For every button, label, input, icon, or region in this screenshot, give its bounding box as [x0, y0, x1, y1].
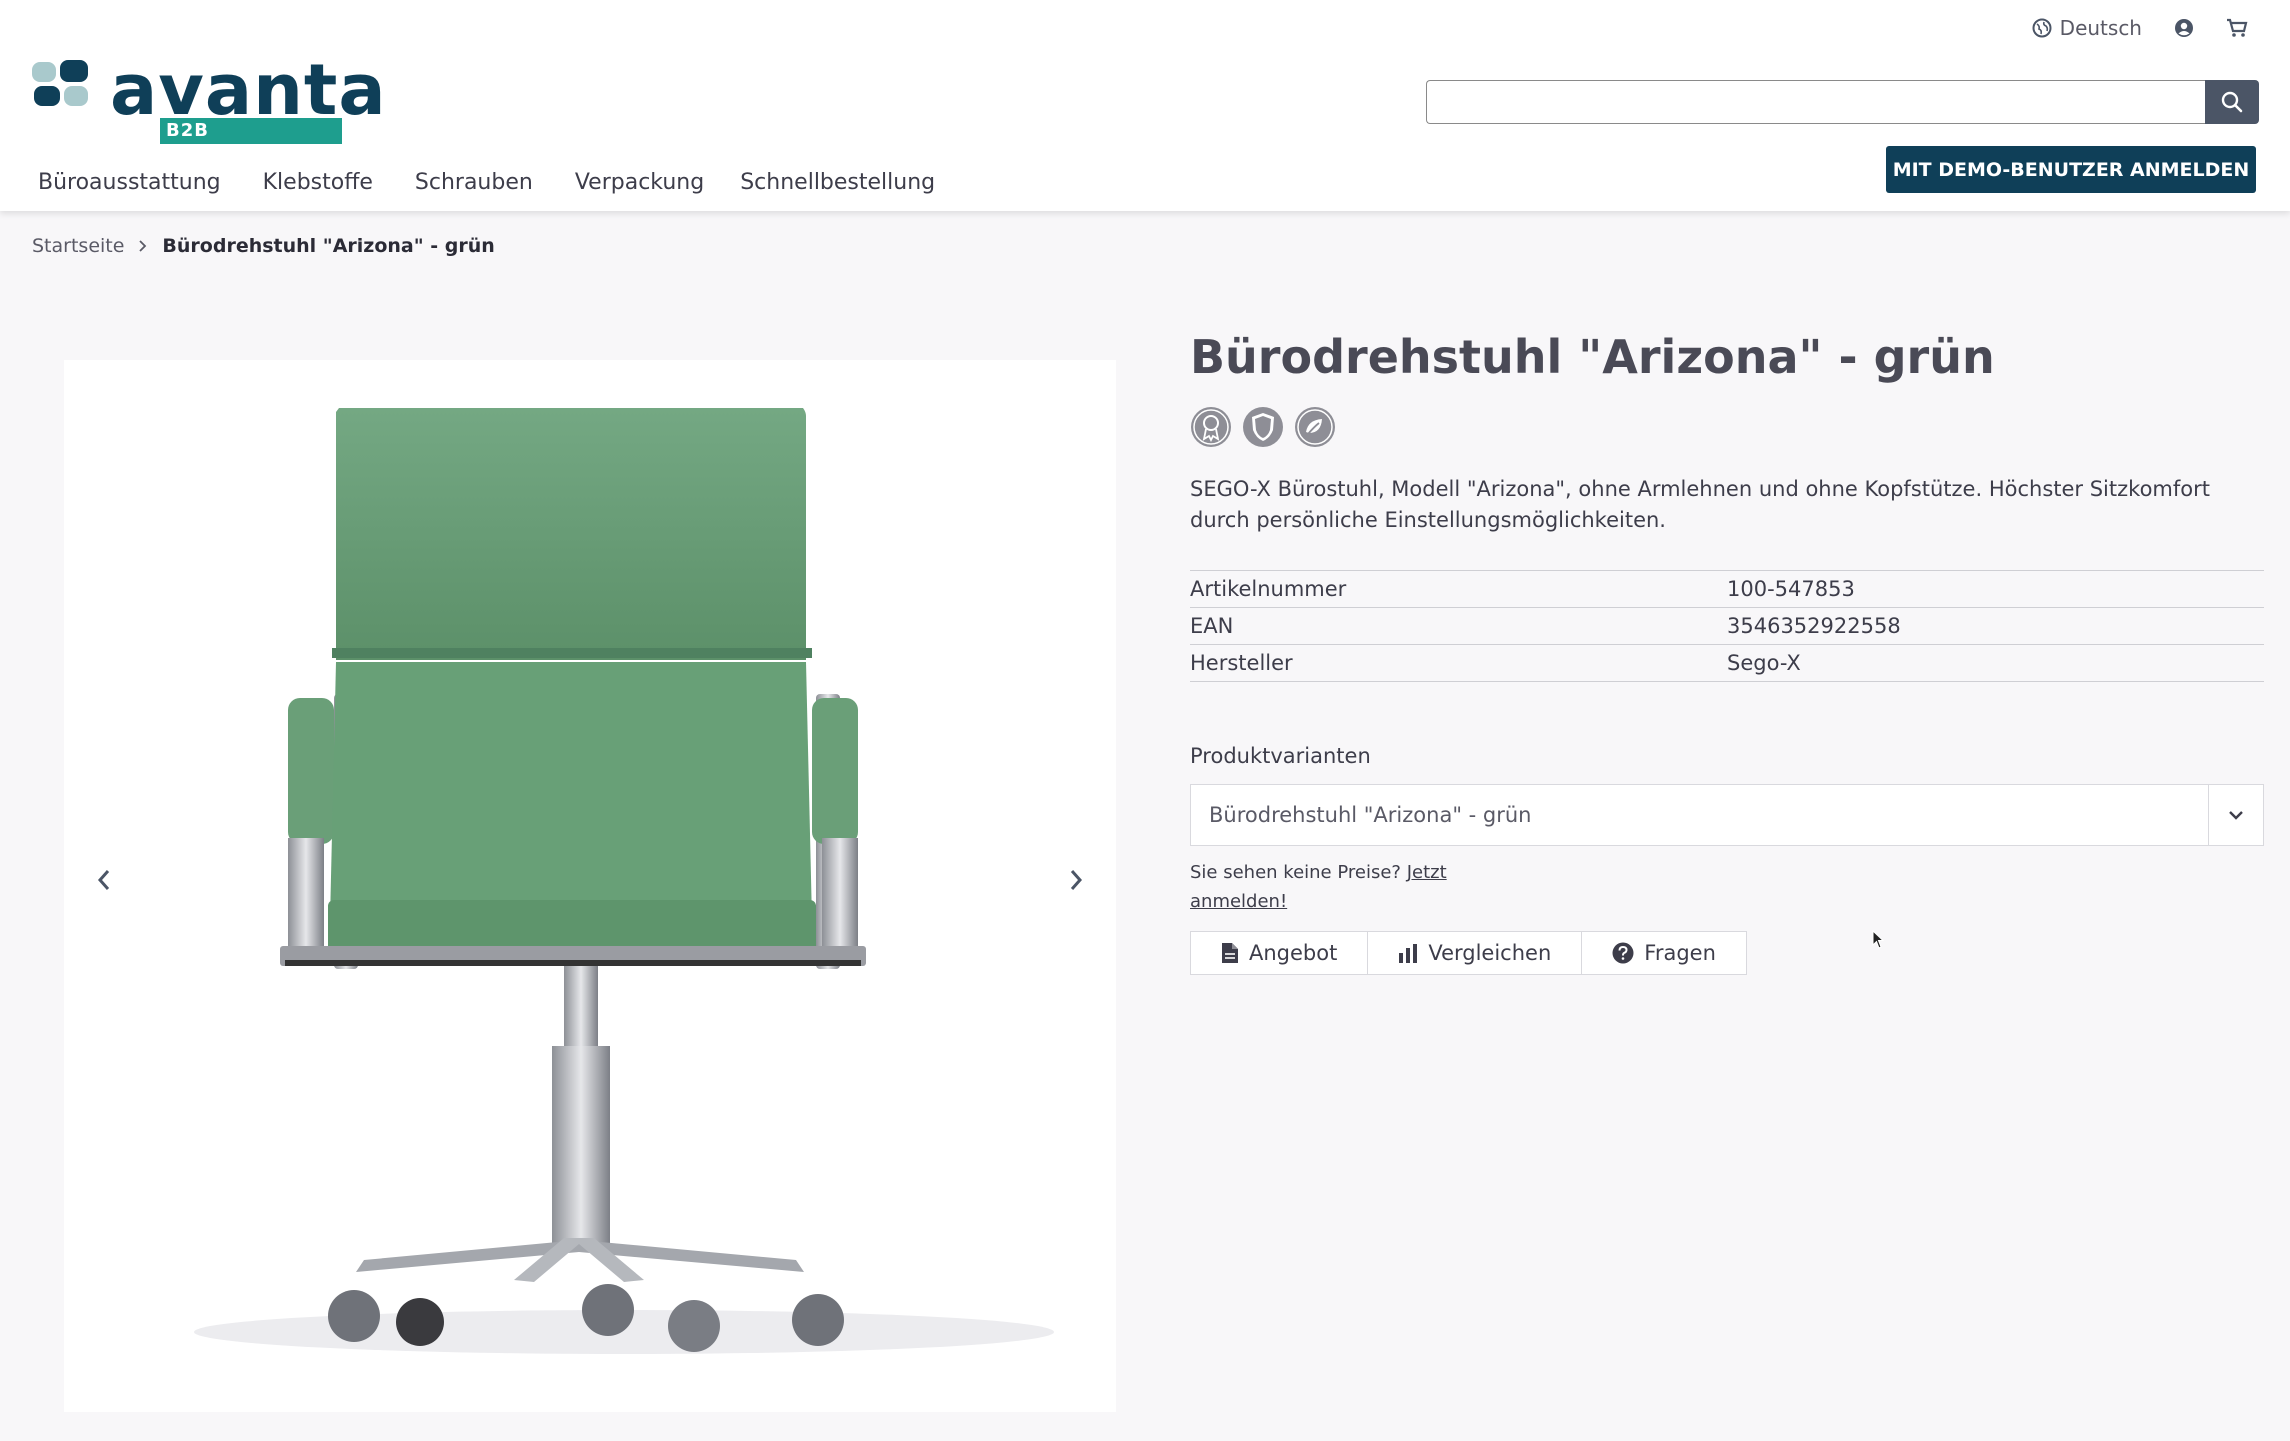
gallery-prev-button[interactable]: [84, 860, 124, 900]
chevron-down-icon: [2229, 811, 2243, 820]
search-icon: [2221, 91, 2243, 113]
property-row: Artikelnummer 100-547853: [1190, 571, 2264, 608]
gallery-next-button[interactable]: [1056, 860, 1096, 900]
account-button[interactable]: [2174, 18, 2194, 38]
variant-select[interactable]: Bürodrehstuhl "Arizona" - grün: [1190, 784, 2264, 846]
ask-button[interactable]: Fragen: [1582, 932, 1746, 974]
shield-icon: [1243, 407, 1283, 447]
variants-label: Produktvarianten: [1190, 744, 1371, 768]
property-label: Hersteller: [1190, 651, 1293, 675]
logo-mark-icon: [32, 60, 88, 106]
property-label: Artikelnummer: [1190, 577, 1347, 601]
property-row: EAN 3546352922558: [1190, 608, 2264, 645]
question-icon: [1612, 942, 1634, 964]
breadcrumb-home[interactable]: Startseite: [32, 235, 124, 257]
nav-item-bueroausstattung[interactable]: Büroausstattung: [38, 170, 221, 195]
nav-item-schrauben[interactable]: Schrauben: [415, 170, 533, 195]
main-navigation: Büroausstattung Klebstoffe Schrauben Ver…: [38, 170, 977, 195]
variant-selected-value: Bürodrehstuhl "Arizona" - grün: [1209, 803, 1532, 827]
search-input[interactable]: [1426, 80, 2205, 124]
top-utility-bar: Deutsch: [2032, 16, 2248, 40]
search-bar: [1426, 80, 2259, 124]
demo-login-button[interactable]: MIT DEMO-BENUTZER ANMELDEN: [1886, 146, 2256, 193]
login-hint: Sie sehen keine Preise? Jetzt anmelden!: [1190, 858, 1480, 916]
globe-icon: [2032, 18, 2052, 38]
cart-button[interactable]: [2226, 18, 2248, 38]
ask-label: Fragen: [1644, 941, 1716, 965]
product-properties-table: Artikelnummer 100-547853 EAN 35463529225…: [1190, 570, 2264, 682]
cart-icon: [2227, 18, 2248, 37]
property-value: Sego-X: [1727, 651, 1801, 675]
language-label: Deutsch: [2059, 16, 2142, 40]
product-image: [194, 408, 1054, 1354]
mouse-cursor-icon: [1872, 930, 1885, 949]
login-hint-text: Sie sehen keine Preise?: [1190, 862, 1401, 883]
nav-item-verpackung[interactable]: Verpackung: [575, 170, 704, 195]
quote-label: Angebot: [1249, 941, 1338, 965]
award-icon: [1191, 407, 1231, 447]
nav-item-klebstoffe[interactable]: Klebstoffe: [263, 170, 373, 195]
product-image-gallery: [64, 360, 1116, 1412]
product-actions: Angebot Vergleichen Fragen: [1190, 931, 1747, 975]
breadcrumb: Startseite Bürodrehstuhl "Arizona" - grü…: [32, 235, 495, 257]
site-header: Deutsch avanta B2B DEMOSHOP Büroausstatt…: [0, 0, 2290, 211]
document-icon: [1222, 943, 1238, 963]
product-badges: [1190, 406, 1336, 448]
eco-icon: [1295, 407, 1335, 447]
quote-button[interactable]: Angebot: [1191, 932, 1369, 974]
compare-button[interactable]: Vergleichen: [1368, 932, 1583, 974]
bar-chart-icon: [1399, 944, 1418, 963]
chevron-right-icon: [1070, 870, 1083, 890]
user-icon: [2175, 19, 2193, 37]
breadcrumb-current: Bürodrehstuhl "Arizona" - grün: [162, 235, 495, 257]
chevron-right-icon: [139, 240, 147, 252]
search-button[interactable]: [2205, 80, 2259, 124]
property-value: 100-547853: [1727, 577, 1855, 601]
property-row: Hersteller Sego-X: [1190, 645, 2264, 682]
product-title: Bürodrehstuhl "Arizona" - grün: [1190, 330, 1995, 384]
language-selector[interactable]: Deutsch: [2032, 16, 2142, 40]
property-label: EAN: [1190, 614, 1234, 638]
variant-select-toggle[interactable]: [2208, 785, 2263, 845]
chevron-left-icon: [97, 870, 110, 890]
property-value: 3546352922558: [1727, 614, 1901, 638]
product-description: SEGO-X Bürostuhl, Modell "Arizona", ohne…: [1190, 477, 2210, 532]
nav-item-schnellbestellung[interactable]: Schnellbestellung: [740, 170, 935, 195]
site-logo[interactable]: avanta B2B DEMOSHOP: [32, 50, 386, 167]
compare-label: Vergleichen: [1428, 941, 1552, 965]
logo-tagline: B2B DEMOSHOP: [160, 118, 342, 167]
